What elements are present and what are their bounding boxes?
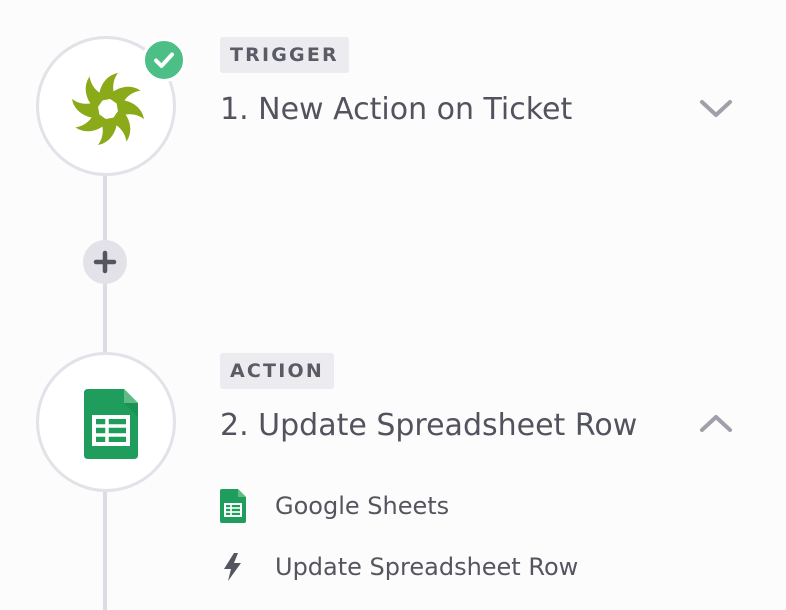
step-title[interactable]: 2. Update Spreadsheet Row [220, 408, 637, 443]
step-type-badge: TRIGGER [220, 37, 349, 73]
step-type-badge: ACTION [220, 353, 334, 389]
action-app-icon-circle[interactable] [36, 352, 176, 492]
add-step-button[interactable] [83, 240, 127, 284]
chevron-up-icon [700, 415, 732, 432]
step-app-label: Google Sheets [275, 492, 450, 520]
lightning-bolt-icon [220, 550, 254, 584]
step-event-label: Update Spreadsheet Row [275, 553, 579, 581]
google-sheets-icon [84, 389, 138, 459]
step-app-row[interactable]: Google Sheets [220, 489, 449, 523]
check-icon [154, 52, 174, 68]
plus-icon [93, 250, 117, 274]
step-event-row[interactable]: Update Spreadsheet Row [220, 550, 578, 584]
completed-check-badge [142, 38, 186, 82]
google-sheets-icon [220, 489, 254, 523]
chevron-down-icon [700, 100, 732, 117]
expand-step-button[interactable] [694, 94, 738, 124]
collapse-step-button[interactable] [694, 408, 738, 438]
step-title[interactable]: 1. New Action on Ticket [220, 92, 572, 127]
